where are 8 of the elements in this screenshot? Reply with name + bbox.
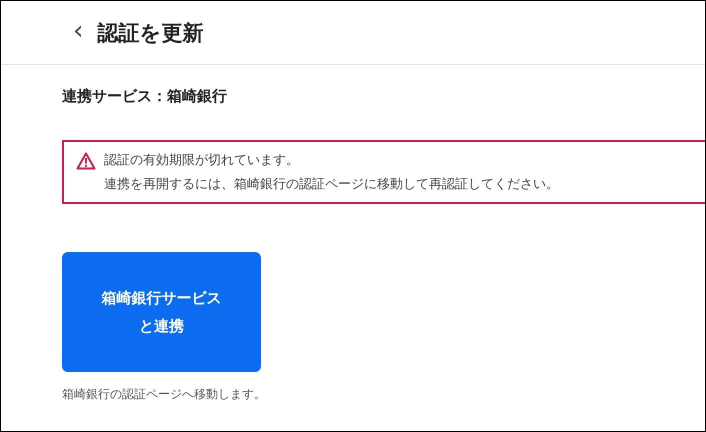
page-title: 認証を更新 [97, 20, 204, 46]
service-label: 連携サービス：箱崎銀行 [62, 87, 228, 106]
alert-text: 連携を再開するには、箱崎銀行の認証ページに移動して再認証してください。 [104, 176, 559, 193]
connect-button[interactable]: 箱崎銀行サービス と連携 [62, 252, 261, 372]
warning-icon [76, 152, 96, 170]
alert-text: 認証の有効期限が切れています。 [104, 152, 300, 169]
caption-text: 箱崎銀行の認証ページへ移動します。 [62, 386, 267, 403]
back-icon[interactable]: ‹ [73, 18, 84, 48]
